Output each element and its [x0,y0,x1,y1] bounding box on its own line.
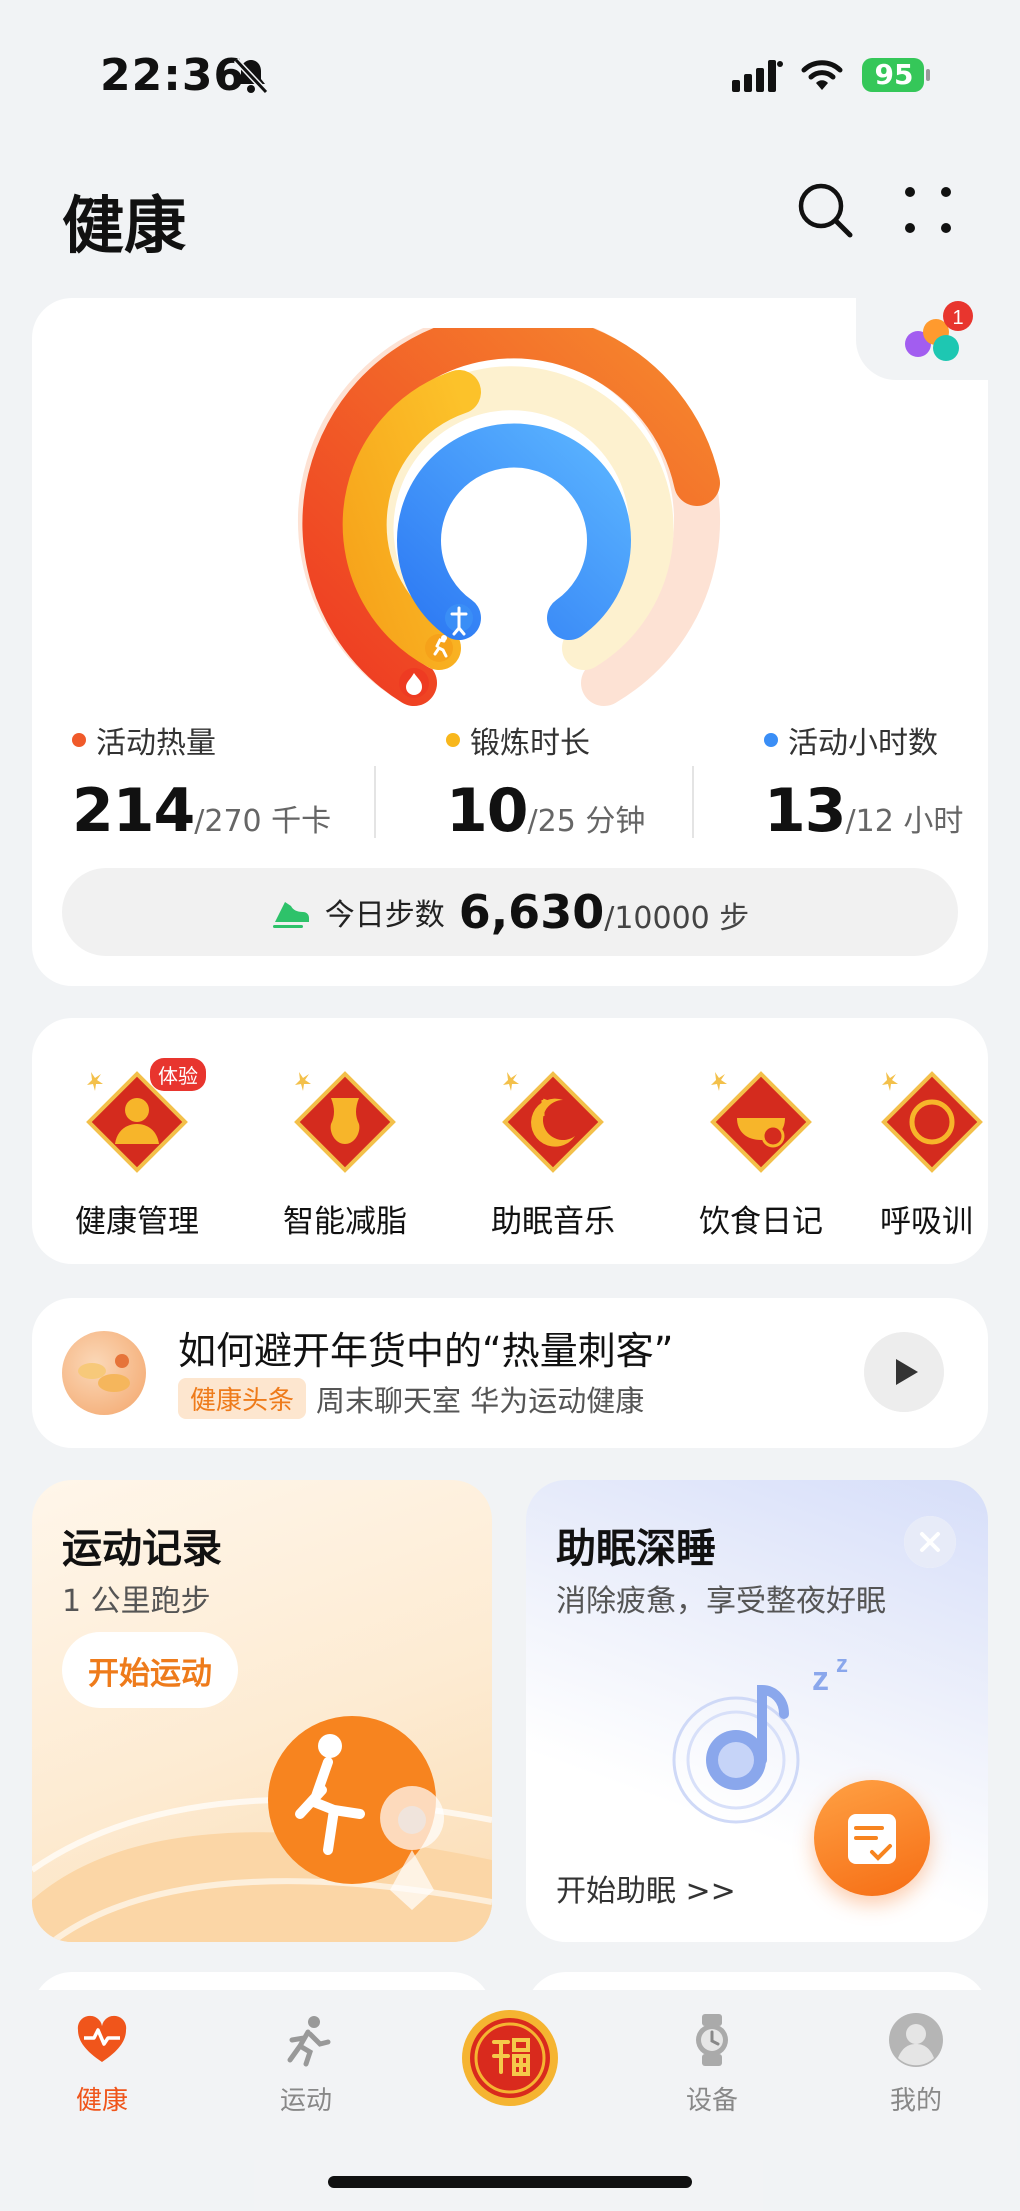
calories-value: 214 [72,776,195,846]
fat-loss-icon [283,1060,407,1184]
tab-label: 我的 [889,2086,942,2116]
sleep-music-icon [491,1060,615,1184]
sleep-card-subtitle: 消除疲惫，享受整夜好眠 [556,1584,886,1619]
exercise-metric: 锻炼时长 10/25 分钟 [446,718,645,846]
tab-label: 设备 [685,2086,738,2116]
service-label: 智能减脂 [283,1204,407,1240]
exercise-value: 10 [446,776,528,846]
tab-mine[interactable]: 我的 [846,2012,986,2117]
hours-label: 活动小时数 [788,726,938,761]
play-icon[interactable] [864,1332,944,1412]
steps-target: /10000 步 [604,901,750,936]
svg-text:z: z [836,1651,848,1678]
service-diet-diary[interactable]: 饮食日记 [676,1060,846,1241]
sleep-card-title: 助眠深睡 [556,1526,716,1572]
service-sleep-music[interactable]: 助眠音乐 [468,1060,638,1241]
calories-label: 活动热量 [96,726,216,761]
checklist-icon [848,1814,896,1864]
service-label: 健康管理 [75,1204,199,1240]
more-icon[interactable] [900,182,956,238]
activity-rings-card[interactable]: 1 活动热量 214/270 千卡 锻炼时长 10/25 分钟 活动小时数 13… [32,298,988,986]
calories-metric: 活动热量 214/270 千卡 [72,718,331,846]
signal-icon [732,60,783,92]
calories-target: /270 千卡 [194,804,332,839]
tab-label: 健康 [75,2086,128,2116]
steps-label: 今日步数 [324,898,445,933]
service-label: 饮食日记 [699,1204,823,1240]
exercise-target: /25 分钟 [527,804,646,839]
bell-muted-icon [233,57,269,95]
trial-badge: 体验 [150,1058,206,1091]
sleep-diary-fab[interactable] [814,1780,930,1896]
activity-metrics: 活动热量 214/270 千卡 锻炼时长 10/25 分钟 活动小时数 13/1… [32,718,988,858]
news-source: 周末聊天室 华为运动健康 [316,1384,645,1418]
steps-value: 6,630 [458,885,605,939]
news-tag: 健康头条 [178,1378,307,1419]
tab-label: 运动 [279,2086,332,2116]
close-icon[interactable] [904,1516,956,1568]
activity-rings [298,328,720,706]
service-label: 助眠音乐 [491,1204,615,1240]
hours-target: /12 小时 [845,804,964,839]
tab-health[interactable]: 健康 [32,2012,172,2117]
run-card-subtitle: 1 公里跑步 [62,1584,211,1619]
home-indicator [328,2176,692,2188]
wifi-icon [801,60,843,90]
news-title: 如何避开年货中的“热量刺客” [178,1329,674,1373]
exercise-record-card[interactable]: 运动记录 1 公里跑步 开始运动 [32,1480,492,1942]
sleep-aid-card[interactable]: 助眠深睡 消除疲惫，享受整夜好眠 z z 开始助眠 >> [526,1480,988,1942]
metric-divider [692,766,694,838]
svg-text:z: z [812,1660,829,1698]
service-fat-loss[interactable]: 智能减脂 [260,1060,430,1241]
running-icon [287,2016,331,2067]
steps-bar[interactable]: 今日步数 6,630/10000 步 [62,868,958,956]
fu-festival-icon[interactable] [458,2006,562,2110]
calories-dot [72,733,86,747]
apps-bubble-icon[interactable]: 1 [856,298,988,380]
diet-diary-icon [699,1060,823,1184]
hours-ring-progress [397,423,631,640]
search-icon[interactable] [795,180,855,240]
battery-level: 95 [874,58,914,91]
exercise-dot [446,733,460,747]
avatar-icon [889,2013,943,2067]
metric-divider [374,766,376,838]
running-track-illustration [32,1716,492,1942]
tab-exercise[interactable]: 运动 [236,2012,376,2117]
hours-dot [764,733,778,747]
notification-badge: 1 [952,307,963,329]
heart-pulse-icon [77,2015,127,2062]
watch-icon [696,2014,728,2066]
news-thumbnail [62,1331,146,1415]
service-label: 呼吸训 [880,1204,973,1240]
status-bar: 22:36 95 [0,0,1020,140]
shoe-icon [272,902,309,928]
service-breathing[interactable]: 呼吸训 [880,1060,988,1241]
page-title: 健康 [62,189,187,262]
run-card-title: 运动记录 [62,1526,222,1572]
hours-metric: 活动小时数 13/12 小时 [764,718,963,846]
status-time: 22:36 [100,50,246,101]
breathing-icon [870,1060,988,1184]
tab-devices[interactable]: 设备 [642,2012,782,2117]
health-news-card[interactable]: 如何避开年货中的“热量刺客” 健康头条 周末聊天室 华为运动健康 [32,1298,988,1448]
start-sleep-aid-link[interactable]: 开始助眠 >> [556,1866,736,1910]
services-card: 健康管理 体验 智能减脂 助眠音乐 饮食日记 呼吸训 [32,1018,988,1264]
exercise-label: 锻炼时长 [470,726,590,761]
start-exercise-button[interactable]: 开始运动 [62,1632,238,1708]
hours-value: 13 [764,776,846,846]
